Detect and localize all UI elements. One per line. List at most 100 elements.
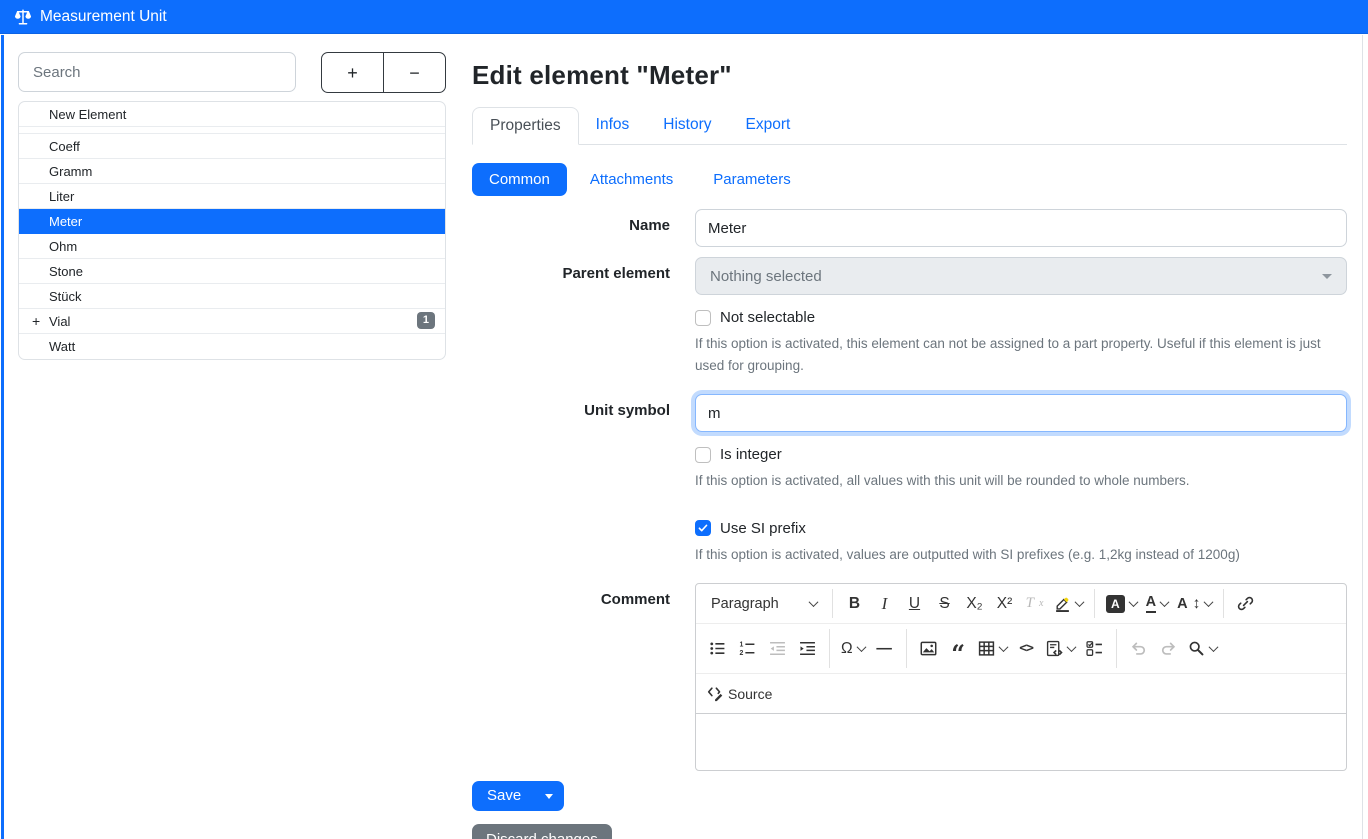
child-count-badge: 1 <box>417 312 435 329</box>
form-actions: Save Discard changes <box>472 781 1368 839</box>
special-characters-button[interactable]: Ω <box>837 634 869 663</box>
not-selectable-checkbox[interactable]: Not selectable <box>695 309 1347 326</box>
comment-richtext-editor: Paragraph B I U S X₂ X² Tx <box>695 583 1347 771</box>
remove-element-button[interactable]: − <box>383 52 446 93</box>
indent-button[interactable] <box>793 634 822 663</box>
subtab-parameters[interactable]: Parameters <box>696 163 808 196</box>
tree-item-watt[interactable]: Watt <box>19 334 445 359</box>
font-size-button[interactable]: A↕ <box>1173 589 1216 618</box>
chevron-down-icon <box>1160 598 1170 608</box>
italic-button[interactable]: I <box>870 589 899 618</box>
checkbox-unchecked-icon[interactable] <box>695 310 711 326</box>
use-si-prefix-label: Use SI prefix <box>720 520 806 537</box>
tab-history[interactable]: History <box>646 107 728 144</box>
sidebar: + − New Element Coeff Gramm Liter Meter … <box>0 34 446 839</box>
font-background-button[interactable]: A <box>1142 589 1172 618</box>
tree-item-label: Watt <box>49 339 75 354</box>
code-block-button[interactable] <box>1042 634 1079 663</box>
tree-item-vial[interactable]: + Vial 1 <box>19 309 445 334</box>
chevron-down-icon <box>998 643 1008 653</box>
save-dropdown-toggle[interactable] <box>534 781 564 811</box>
undo-button[interactable] <box>1124 634 1153 663</box>
remove-format-button[interactable]: Tx <box>1020 589 1049 618</box>
checkbox-unchecked-icon[interactable] <box>695 447 711 463</box>
heading-dropdown[interactable]: Paragraph <box>703 589 825 618</box>
link-button[interactable] <box>1231 589 1260 618</box>
name-label: Name <box>472 209 670 247</box>
insert-table-button[interactable] <box>974 634 1011 663</box>
tree-item-liter[interactable]: Liter <box>19 184 445 209</box>
todo-list-button[interactable] <box>1080 634 1109 663</box>
numbered-list-button[interactable]: 12 <box>733 634 762 663</box>
tree-item-label: New Element <box>49 107 126 122</box>
parent-element-label: Parent element <box>472 257 670 295</box>
tab-properties[interactable]: Properties <box>472 107 579 145</box>
discard-changes-button[interactable]: Discard changes <box>472 824 612 839</box>
tab-bar: Properties Infos History Export <box>472 107 1347 145</box>
not-selectable-label: Not selectable <box>720 309 815 326</box>
use-si-prefix-help: If this option is activated, values are … <box>695 544 1347 566</box>
highlight-marker-button[interactable] <box>1050 589 1087 618</box>
tree-item-coeff[interactable]: Coeff <box>19 134 445 159</box>
chevron-down-icon <box>1204 598 1214 608</box>
search-input[interactable] <box>18 52 296 92</box>
underline-button[interactable]: U <box>900 589 929 618</box>
insert-image-button[interactable] <box>914 634 943 663</box>
bulleted-list-button[interactable] <box>703 634 732 663</box>
bold-button[interactable]: B <box>840 589 869 618</box>
select-value: Nothing selected <box>710 268 822 285</box>
chevron-down-icon <box>1208 643 1218 653</box>
editor-content-area[interactable] <box>696 714 1346 770</box>
font-color-button[interactable]: A <box>1102 589 1141 618</box>
redo-button[interactable] <box>1154 634 1183 663</box>
block-quote-button[interactable]: “ <box>944 639 973 668</box>
save-button[interactable]: Save <box>472 781 534 811</box>
parent-element-select[interactable]: Nothing selected <box>695 257 1347 295</box>
checkbox-checked-icon[interactable] <box>695 520 711 536</box>
svg-text:1: 1 <box>740 642 744 649</box>
tree-item-stueck[interactable]: Stück <box>19 284 445 309</box>
superscript-button[interactable]: X² <box>990 589 1019 618</box>
chevron-down-icon <box>1075 598 1085 608</box>
expand-plus-icon[interactable]: + <box>32 313 40 329</box>
tree-item-label: Liter <box>49 189 74 204</box>
tree-item-stone[interactable]: Stone <box>19 259 445 284</box>
tree-item-new-element[interactable]: New Element <box>19 102 445 127</box>
tab-infos[interactable]: Infos <box>579 107 647 144</box>
toolbar-separator <box>906 629 907 668</box>
find-replace-button[interactable] <box>1184 634 1221 663</box>
editor-toolbar-row2: 12 Ω — <box>696 624 1346 674</box>
outdent-button[interactable] <box>763 634 792 663</box>
is-integer-checkbox[interactable]: Is integer <box>695 446 1347 463</box>
toolbar-separator <box>829 629 830 668</box>
element-tree: New Element Coeff Gramm Liter Meter Ohm … <box>18 101 446 360</box>
tree-item-label: Stück <box>49 289 82 304</box>
tree-item-ohm[interactable]: Ohm <box>19 234 445 259</box>
not-selectable-help: If this option is activated, this elemen… <box>695 333 1347 376</box>
tree-item-label: Coeff <box>49 139 80 154</box>
strikethrough-button[interactable]: S <box>930 589 959 618</box>
unit-symbol-label: Unit symbol <box>472 394 670 432</box>
use-si-prefix-checkbox[interactable]: Use SI prefix <box>695 520 1347 537</box>
is-integer-label: Is integer <box>720 446 782 463</box>
chevron-down-icon <box>856 643 866 653</box>
subscript-button[interactable]: X₂ <box>960 589 989 618</box>
source-editing-button[interactable]: Source <box>703 679 776 708</box>
tab-export[interactable]: Export <box>729 107 808 144</box>
tree-item-gramm[interactable]: Gramm <box>19 159 445 184</box>
balance-scale-icon <box>14 8 32 26</box>
unit-symbol-input[interactable] <box>695 394 1347 432</box>
chevron-down-icon <box>1128 598 1138 608</box>
app-header: Measurement Unit <box>0 0 1368 34</box>
subtab-common[interactable]: Common <box>472 163 567 196</box>
toolbar-separator <box>832 589 833 618</box>
subtab-attachments[interactable]: Attachments <box>573 163 690 196</box>
horizontal-line-button[interactable]: — <box>870 634 899 663</box>
toolbar-separator <box>1223 589 1224 618</box>
tree-item-meter-selected[interactable]: Meter <box>19 209 445 234</box>
main-panel: Edit element "Meter" Properties Infos Hi… <box>446 34 1368 839</box>
inline-code-button[interactable]: <> <box>1012 634 1041 663</box>
svg-text:2: 2 <box>740 650 744 657</box>
name-input[interactable] <box>695 209 1347 247</box>
add-element-button[interactable]: + <box>321 52 384 93</box>
